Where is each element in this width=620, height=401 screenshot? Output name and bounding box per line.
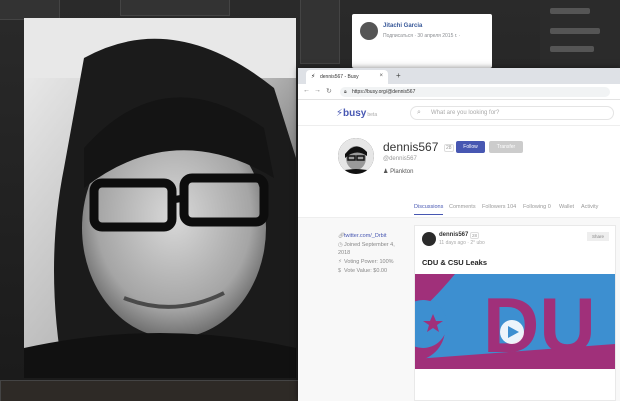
search-icon: ⌕ xyxy=(417,109,421,116)
tab-following[interactable]: Following 0 xyxy=(523,204,551,210)
vote-value-row: $ Vote Value: $0.00 xyxy=(338,267,408,275)
tab-title: dennis567 - Busy xyxy=(320,74,359,80)
website-link[interactable]: twitter.com/_Drbit xyxy=(344,233,386,239)
post-time: 11 days ago · 2° ubo xyxy=(439,240,485,246)
tab-wallet[interactable]: Wallet xyxy=(559,204,574,210)
joined-row: ◷Joined September 4, 2018 xyxy=(338,241,408,257)
url-text: https://busy.org/@dennis567 xyxy=(352,89,416,95)
browser-tab[interactable]: ⚡ dennis567 - Busy × xyxy=(306,70,388,84)
share-button[interactable]: Share xyxy=(587,232,609,241)
site-header: ⚡busybeta ⌕ What are you looking for? xyxy=(298,100,620,126)
background-tile xyxy=(300,0,340,64)
post-title[interactable]: CDU & CSU Leaks xyxy=(422,258,487,267)
browser-window: ⚡ dennis567 - Busy × + ← → ↻ 🔒︎ https://… xyxy=(298,68,620,401)
search-input[interactable]: ⌕ What are you looking for? xyxy=(410,106,614,120)
busy-logo[interactable]: ⚡busybeta xyxy=(336,108,377,119)
rank-label: Plankton xyxy=(390,169,414,175)
tab-followers[interactable]: Followers 104 xyxy=(482,204,516,210)
list-item xyxy=(550,46,594,52)
profile-rank: ♟ Plankton xyxy=(383,168,413,175)
avatar-image xyxy=(338,138,374,174)
list-item xyxy=(550,28,600,34)
voting-power-row: ⚡ Voting Power: 100% xyxy=(338,258,408,266)
tab-discussions[interactable]: Discussions xyxy=(414,204,444,215)
avatar[interactable] xyxy=(360,22,378,40)
profile-sidebar: 🔗︎twitter.com/_Drbit ◷Joined September 4… xyxy=(338,232,408,276)
facebook-post-header: Jitachi Garcia Подписаться · 30 апреля 2… xyxy=(352,14,492,68)
new-tab-button[interactable]: + xyxy=(396,71,401,80)
background-tile xyxy=(0,0,60,20)
post-image[interactable]: DU xyxy=(415,274,615,369)
joined-line2: 2018 xyxy=(338,250,351,256)
reputation-badge: 28 xyxy=(470,232,480,239)
avatar[interactable] xyxy=(422,232,436,246)
background-tile xyxy=(0,380,300,401)
profile-header: dennis567 28 Follow Transfer @dennis567 … xyxy=(298,126,620,204)
tab-comments[interactable]: Comments xyxy=(449,204,476,210)
profile-tabs: Discussions Comments Followers 104 Follo… xyxy=(298,204,620,218)
post-image-text: DU xyxy=(483,281,596,369)
website-row: 🔗︎twitter.com/_Drbit xyxy=(338,232,408,240)
portrait-image xyxy=(24,18,296,378)
profile-name: dennis567 xyxy=(383,140,439,154)
voting-power: Voting Power: 100% xyxy=(344,259,394,265)
address-bar[interactable]: 🔒︎ https://busy.org/@dennis567 xyxy=(340,87,610,97)
tab-bar: ⚡ dennis567 - Busy × + xyxy=(298,68,620,84)
background-tile xyxy=(120,0,230,16)
close-icon[interactable]: × xyxy=(379,73,383,79)
post-author-name[interactable]: Jitachi Garcia xyxy=(383,23,422,29)
avatar[interactable] xyxy=(338,138,374,174)
logo-suffix: beta xyxy=(367,112,378,118)
post-image-graphic: DU xyxy=(415,274,615,369)
post-card[interactable]: dennis567 28 11 days ago · 2° ubo Share … xyxy=(414,225,616,401)
post-meta: Подписаться · 30 апреля 2015 г. · xyxy=(383,33,461,39)
profile-photo-large xyxy=(24,18,296,378)
reload-icon[interactable]: ↻ xyxy=(326,87,332,95)
browser-toolbar: ← → ↻ 🔒︎ https://busy.org/@dennis567 xyxy=(298,84,620,100)
joined-line1: Joined September 4, xyxy=(344,242,395,248)
profile-handle: @dennis567 xyxy=(383,156,417,162)
post-author[interactable]: dennis567 xyxy=(439,232,468,238)
tab-activity[interactable]: Activity xyxy=(581,204,598,210)
logo-text: busy xyxy=(343,108,367,119)
list-item xyxy=(550,8,590,14)
rank-icon: ♟ xyxy=(383,169,389,175)
follow-button[interactable]: Follow xyxy=(456,141,485,153)
search-placeholder: What are you looking for? xyxy=(431,110,500,116)
lock-icon: 🔒︎ xyxy=(344,89,347,95)
forward-icon[interactable]: → xyxy=(314,87,321,94)
vote-value: Vote Value: $0.00 xyxy=(344,268,388,274)
bolt-icon: ⚡ xyxy=(311,74,316,80)
back-icon[interactable]: ← xyxy=(303,87,310,94)
reputation-badge: 28 xyxy=(444,144,454,152)
transfer-button[interactable]: Transfer xyxy=(489,141,523,153)
bolt-icon: ⚡ xyxy=(336,108,344,119)
